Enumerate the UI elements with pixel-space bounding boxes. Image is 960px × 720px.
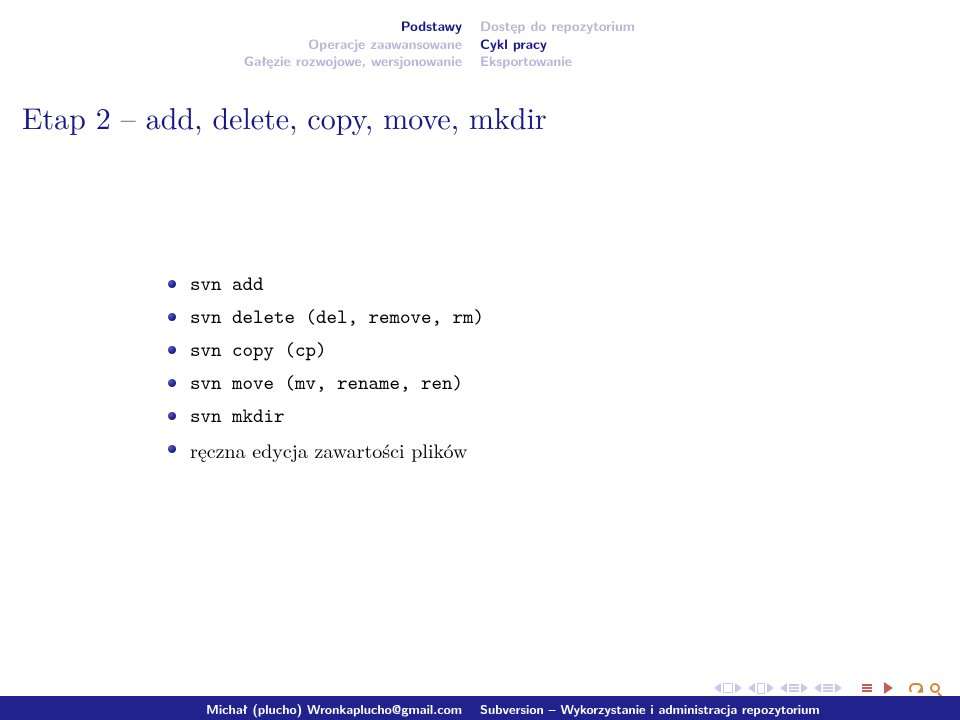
bullet-list: svn add svn delete (del, remove, rm) svn… <box>168 268 960 466</box>
footer-title: Subversion – Wykorzystanie i administrac… <box>480 699 960 718</box>
header-subsections: Dostęp do repozytorium Cykl pracy Ekspor… <box>480 18 960 71</box>
slide-content: svn add svn delete (del, remove, rm) svn… <box>0 138 960 466</box>
nav-prev-slide[interactable] <box>714 683 742 693</box>
list-item: svn mkdir <box>168 400 960 433</box>
nav-controls <box>714 682 940 694</box>
subsection-link[interactable]: Dostęp do repozytorium <box>480 18 960 36</box>
list-item: svn add <box>168 268 960 301</box>
list-item: svn copy (cp) <box>168 334 960 367</box>
header-sections: Podstawy Operacje zaawansowane Gałęzie r… <box>0 18 480 71</box>
nav-prev-section[interactable] <box>780 683 808 693</box>
nav-prev-frame[interactable] <box>748 683 774 694</box>
nav-play-icon[interactable] <box>884 682 893 694</box>
footer-author: Michał (plucho) Wronkaplucho@gmail.com <box>0 699 480 718</box>
list-item: ręczna edycja zawartości plików <box>168 433 960 466</box>
slide-header: Podstawy Operacje zaawansowane Gałęzie r… <box>0 0 960 81</box>
nav-loop-icon[interactable] <box>909 683 923 694</box>
section-current[interactable]: Podstawy <box>0 18 462 36</box>
nav-search-icon[interactable] <box>930 683 940 693</box>
slide-footer: Michał (plucho) Wronkaplucho@gmail.com S… <box>0 696 960 720</box>
list-item: svn move (mv, rename, ren) <box>168 367 960 400</box>
list-item: svn delete (del, remove, rm) <box>168 301 960 334</box>
frame-title: Etap 2 – add, delete, copy, move, mkdir <box>0 81 960 138</box>
nav-next-section[interactable] <box>814 683 842 693</box>
subsection-link[interactable]: Eksportowanie <box>480 53 960 71</box>
nav-outline-icon[interactable] <box>862 684 872 692</box>
section-link[interactable]: Gałęzie rozwojowe, wersjonowanie <box>0 53 462 71</box>
